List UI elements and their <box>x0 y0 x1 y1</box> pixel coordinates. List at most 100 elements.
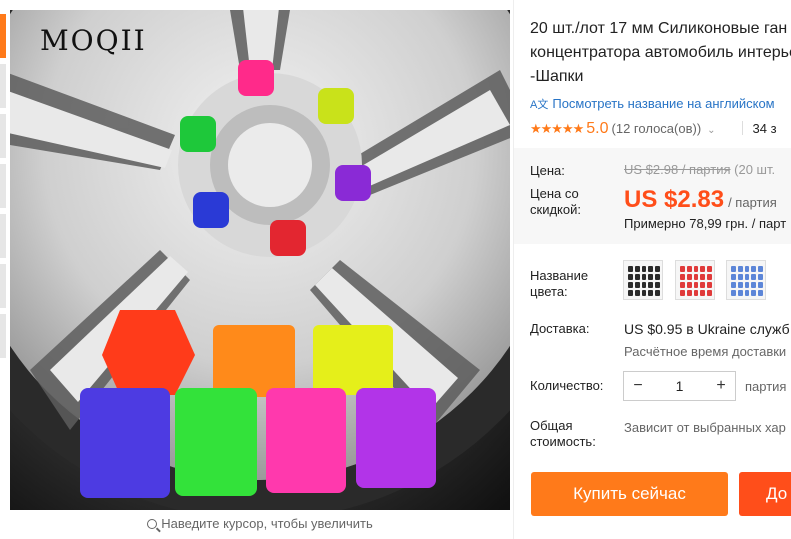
swatch-dot <box>686 266 692 272</box>
total-label-line1: Общая <box>530 418 573 433</box>
swatch-dot <box>693 266 699 272</box>
swatch-dot <box>707 274 712 280</box>
swatch-dot <box>680 290 685 296</box>
swatch-dot <box>686 282 692 288</box>
swatch-dot <box>634 266 640 272</box>
swatch-dot <box>758 266 763 272</box>
swatch-dot <box>693 274 699 280</box>
chevron-down-icon[interactable]: ⌄ <box>707 125 715 136</box>
shipping-value[interactable]: US $0.95 в Ukraine служб <box>624 321 790 337</box>
sale-price: US $2.83/ партия <box>624 186 777 214</box>
color-label-line2: цвета: <box>530 284 568 299</box>
swatch-dot <box>693 290 699 296</box>
divider <box>741 121 743 135</box>
rating-value: 5.0 <box>586 120 609 137</box>
thumbnail[interactable] <box>0 164 6 208</box>
column-divider <box>513 0 514 539</box>
translate-link-text[interactable]: Посмотреть название на английском <box>552 96 774 111</box>
discount-price-label: Цена со скидкой: <box>530 186 581 218</box>
swatch-dot <box>758 282 763 288</box>
rating-count[interactable]: (12 голоса(ов)) <box>612 121 702 136</box>
swatch-dot <box>648 290 654 296</box>
swatch-dot <box>628 290 633 296</box>
product-photo <box>10 10 510 510</box>
original-price: US $2.98 / партия (20 шт. <box>624 162 775 177</box>
thumbnail[interactable] <box>0 264 6 308</box>
swatch-dot <box>737 290 743 296</box>
swatch-dot <box>731 274 736 280</box>
swatch-dot <box>641 282 647 288</box>
swatch-dot <box>655 266 660 272</box>
thumbnail-active[interactable] <box>0 14 6 58</box>
product-main-image[interactable]: MOQII <box>10 10 510 510</box>
buy-now-button[interactable]: Купить сейчас <box>531 472 728 516</box>
sale-price-amount: US $2.83 <box>624 186 725 213</box>
magnifier-icon <box>147 519 158 529</box>
swatch-dot <box>731 290 736 296</box>
swatch-dot <box>628 266 633 272</box>
total-label: Общая стоимость: <box>530 418 596 450</box>
thumbnail[interactable] <box>0 114 6 158</box>
swatch-dot <box>634 274 640 280</box>
swatch-dot <box>680 274 685 280</box>
zoom-hint-text: Наведите курсор, чтобы увеличить <box>161 516 373 531</box>
total-label-line2: стоимость: <box>530 434 596 449</box>
shipping-eta: Расчётное время доставки <box>624 344 787 359</box>
brand-watermark: MOQII <box>40 24 147 57</box>
swatch-dot <box>700 274 706 280</box>
swatch-dot <box>731 282 736 288</box>
swatch-dot <box>648 282 654 288</box>
orders-count: 34 з <box>752 121 777 136</box>
quantity-stepper: − 1 + <box>623 371 736 401</box>
swatch-dot <box>744 266 750 272</box>
discount-label-line2: скидкой: <box>530 202 581 217</box>
product-page: MOQII Наведите курсор, чтобы увеличить 2… <box>0 0 791 539</box>
add-to-cart-button[interactable]: До <box>739 472 791 516</box>
swatch-dot <box>634 290 640 296</box>
swatch-dot <box>648 274 654 280</box>
product-title: 20 шт./лот 17 мм Силиконовые ган гайка к… <box>530 20 791 85</box>
color-swatch-black[interactable] <box>623 260 663 300</box>
translate-link[interactable]: A文 Посмотреть название на английском <box>530 96 775 112</box>
swatch-dot <box>707 282 712 288</box>
swatch-dot <box>737 274 743 280</box>
star-rating-icon: ★★★★★ <box>530 121 584 136</box>
thumbnail[interactable] <box>0 214 6 258</box>
swatch-dot <box>731 266 736 272</box>
swatch-dot <box>686 290 692 296</box>
swatch-dot <box>686 274 692 280</box>
total-value: Зависит от выбранных хар <box>624 420 786 435</box>
swatch-dot <box>744 290 750 296</box>
swatch-dot <box>700 290 706 296</box>
thumbnail[interactable] <box>0 314 6 358</box>
price-label: Цена: <box>530 163 565 178</box>
swatch-dot <box>641 290 647 296</box>
quantity-input[interactable]: 1 <box>652 372 707 400</box>
original-price-suffix: (20 шт. <box>734 162 776 177</box>
swatch-dot <box>707 266 712 272</box>
swatch-dot <box>737 282 743 288</box>
rating-row: ★★★★★ 5.0 (12 голоса(ов)) ⌄ 34 з <box>530 120 777 138</box>
quantity-increase-button[interactable]: + <box>707 372 735 400</box>
thumbnail[interactable] <box>0 64 6 108</box>
thumbnail-strip <box>0 0 6 539</box>
swatch-pattern <box>731 266 763 296</box>
swatch-dot <box>700 282 706 288</box>
sale-price-unit: / партия <box>728 195 777 210</box>
swatch-pattern <box>628 266 660 296</box>
swatch-dot <box>680 266 685 272</box>
swatch-dot <box>641 274 647 280</box>
quantity-label: Количество: <box>530 378 604 393</box>
color-label: Название цвета: <box>530 268 588 300</box>
color-label-line1: Название <box>530 268 589 283</box>
color-swatch-red[interactable] <box>675 260 715 300</box>
swatch-dot <box>655 282 660 288</box>
swatch-dot <box>758 290 763 296</box>
swatch-dot <box>751 266 757 272</box>
color-swatch-blue[interactable] <box>726 260 766 300</box>
translate-icon: A文 <box>530 99 549 111</box>
swatch-dot <box>641 266 647 272</box>
swatch-dot <box>700 266 706 272</box>
quantity-decrease-button[interactable]: − <box>624 372 652 400</box>
swatch-dot <box>707 290 712 296</box>
